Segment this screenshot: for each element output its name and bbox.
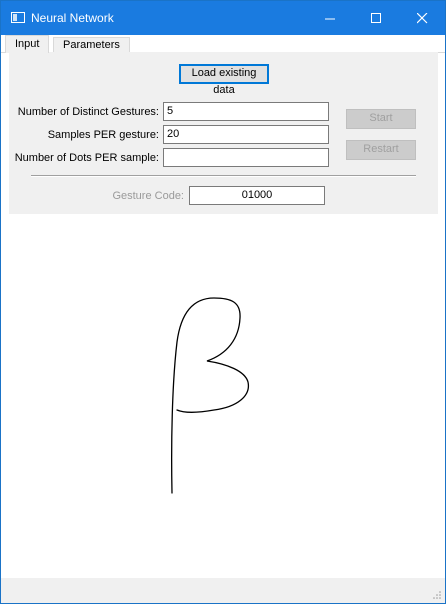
title-bar[interactable]: Neural Network [1, 1, 445, 35]
gesture-code-field[interactable]: 01000 [189, 186, 325, 205]
app-window: Neural Network Input Parameters Load exi… [0, 0, 446, 604]
dots-per-sample-field[interactable] [163, 148, 329, 167]
dots-per-sample-label: Number of Dots PER sample: [14, 152, 159, 164]
window-title: Neural Network [31, 11, 114, 25]
tab-input[interactable]: Input [5, 35, 50, 53]
tab-bar: Input Parameters [1, 35, 445, 53]
samples-per-gesture-label: Samples PER gesture: [47, 129, 159, 141]
distinct-gestures-label: Number of Distinct Gestures: [17, 106, 159, 118]
separator [31, 175, 416, 177]
gesture-code-label: Gesture Code: [112, 190, 184, 202]
minimize-icon [324, 18, 335, 19]
close-icon [416, 12, 427, 23]
load-existing-data-button[interactable]: Load existing data [179, 64, 269, 96]
close-button[interactable] [399, 1, 445, 35]
gesture-stroke [171, 297, 249, 494]
drawing-canvas[interactable] [9, 214, 438, 578]
tab-parameters[interactable]: Parameters [53, 37, 130, 52]
app-window-icon [11, 12, 25, 23]
maximize-button[interactable] [353, 1, 399, 35]
resize-grip-icon[interactable] [432, 590, 442, 600]
start-button[interactable]: Start [346, 109, 416, 129]
minimize-button[interactable] [307, 1, 353, 35]
distinct-gestures-field[interactable]: 5 [163, 102, 329, 121]
restart-button[interactable]: Restart [346, 140, 416, 160]
status-bar [1, 578, 445, 603]
samples-per-gesture-field[interactable]: 20 [163, 125, 329, 144]
input-panel: Load existing data Number of Distinct Ge… [9, 52, 438, 214]
maximize-icon [370, 12, 381, 23]
